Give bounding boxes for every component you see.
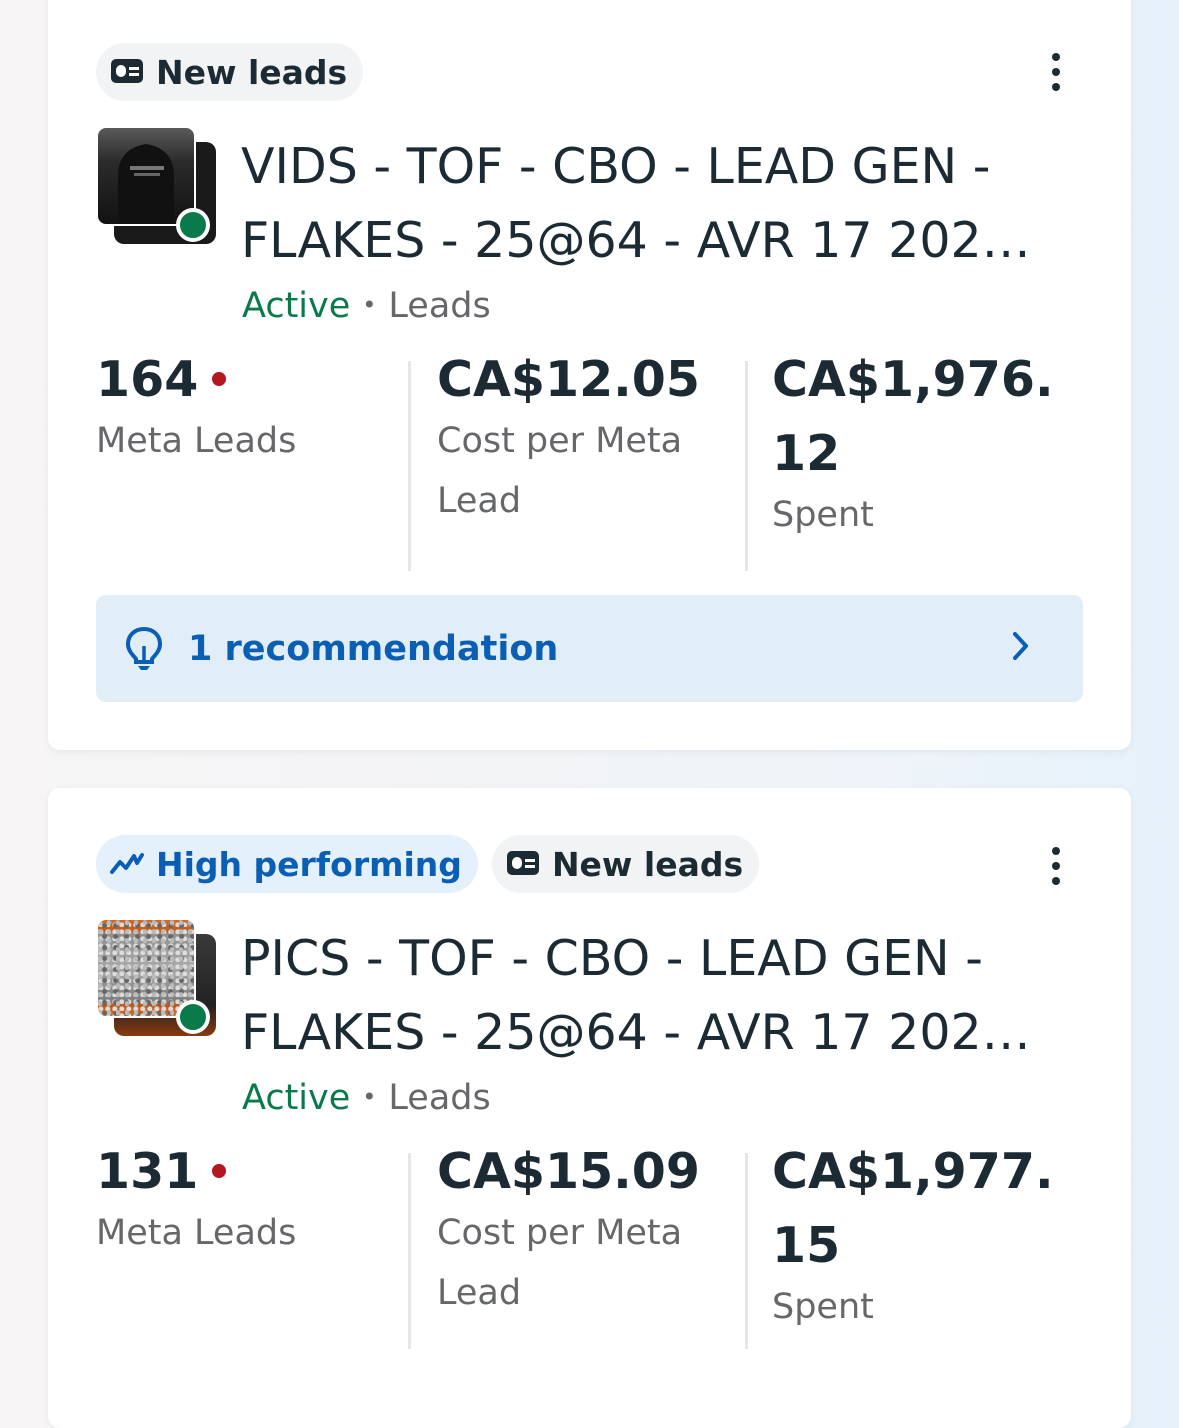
chevron-right-icon (1011, 630, 1031, 666)
badge-label: High performing (156, 844, 462, 884)
status-dot (176, 1000, 210, 1034)
metric-cost-per-lead[interactable]: CA$15.09 Cost per Meta Lead (408, 1143, 745, 1349)
flake-floor-image-icon (96, 918, 196, 1018)
high-performing-badge: High performing (96, 835, 478, 893)
campaign-objective: Leads (388, 1078, 491, 1118)
campaign-thumbnail (96, 918, 218, 1040)
status-active: Active (242, 286, 351, 326)
alert-dot-icon (212, 1164, 227, 1178)
metric-spent[interactable]: CA$1,977.15 Spent (745, 1143, 1086, 1349)
lightbulb-icon (124, 626, 164, 672)
badge-label: New leads (551, 844, 744, 884)
lead-card-icon (506, 845, 540, 884)
new-leads-badge: New leads (491, 835, 760, 893)
campaign-card[interactable]: High performing New leads PICS - TOF - C… (48, 788, 1131, 1428)
metric-spent[interactable]: CA$1,976.12 Spent (745, 351, 1086, 571)
metrics-row: 164 Meta Leads CA$12.05 Cost per Meta Le… (96, 351, 1086, 571)
metrics-row: 131 Meta Leads CA$15.09 Cost per Meta Le… (96, 1143, 1086, 1349)
new-leads-badge: New leads (96, 43, 364, 101)
metric-meta-leads[interactable]: 131 Meta Leads (96, 1143, 408, 1349)
badge-row: High performing New leads (96, 835, 760, 893)
recommendation-label: 1 recommendation (188, 628, 559, 669)
campaign-name[interactable]: VIDS - TOF - CBO - LEAD GEN - FLAKES - 2… (241, 130, 1071, 278)
trend-up-icon (110, 845, 144, 884)
status-active: Active (242, 1078, 351, 1118)
alert-dot-icon (212, 372, 227, 386)
more-options-icon[interactable] (1041, 47, 1071, 97)
hoodie-image-icon (118, 144, 174, 224)
metric-meta-leads[interactable]: 164 Meta Leads (96, 351, 408, 571)
campaign-status: Active • Leads (242, 286, 491, 326)
badge-label: New leads (156, 52, 348, 92)
badge-row: New leads (96, 43, 364, 101)
recommendation-button[interactable]: 1 recommendation (96, 595, 1083, 702)
campaign-thumbnail (96, 126, 218, 248)
lead-card-icon (110, 53, 144, 92)
status-dot (176, 208, 210, 242)
campaign-objective: Leads (388, 286, 491, 326)
campaign-status: Active • Leads (242, 1078, 491, 1118)
campaign-card[interactable]: New leads VIDS - TOF - CBO - LEAD GEN - … (48, 0, 1131, 750)
metric-cost-per-lead[interactable]: CA$12.05 Cost per Meta Lead (408, 351, 745, 571)
more-options-icon[interactable] (1041, 841, 1071, 891)
campaign-name[interactable]: PICS - TOF - CBO - LEAD GEN - FLAKES - 2… (241, 922, 1071, 1070)
